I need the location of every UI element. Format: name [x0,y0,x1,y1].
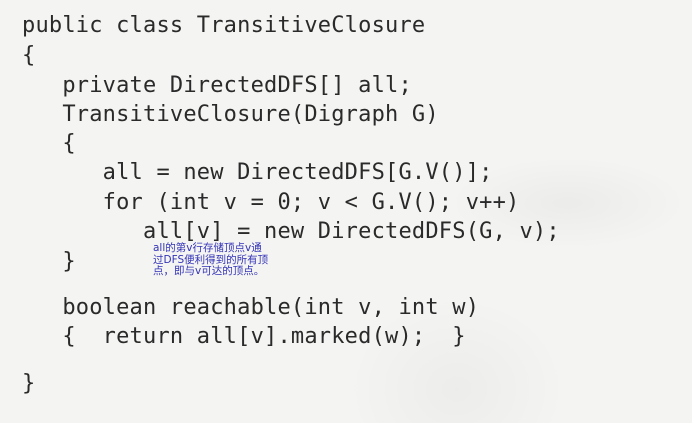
code-line-dfs-assignment: all[v] = new DirectedDFS(G, v); [22,219,560,244]
handwritten-annotation-note: all的第v行存储顶点v通 过DFS便利得到的所有顶 点，即与v可达的顶点。 [153,242,269,277]
code-line-constructor-close-brace: } [22,249,76,274]
bleed-through-mark [440,382,610,394]
scanned-page: public class TransitiveClosure { private… [0,0,692,423]
bleed-through-mark [510,122,630,134]
code-line-constructor-signature: TransitiveClosure(Digraph G) [22,102,439,127]
code-line-class-declaration: public class TransitiveClosure [22,13,426,38]
code-line-open-brace: { [22,43,36,68]
code-line-field-declaration: private DirectedDFS[] all; [22,73,412,98]
code-line-close-brace: } [22,371,36,396]
code-line-constructor-open-brace: { [22,131,76,156]
code-line-reachable-body: { return all[v].marked(w); } [22,324,466,349]
code-line-for-loop: for (int v = 0; v < G.V(); v++) [22,190,520,215]
bleed-through-mark [490,312,640,324]
code-line-reachable-signature: boolean reachable(int v, int w) [22,295,480,320]
code-line-array-initialization: all = new DirectedDFS[G.V()]; [22,160,493,185]
